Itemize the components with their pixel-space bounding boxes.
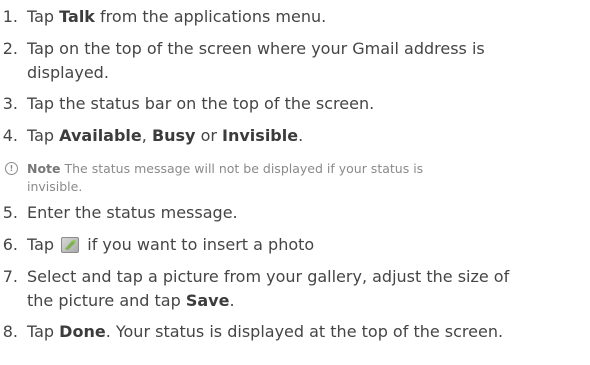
note-text: The status message will not be displayed… (60, 161, 424, 176)
step-8: 8. Tap Done. Your status is displayed at… (0, 320, 503, 344)
step-text-post: . Your status is displayed at the top of… (105, 322, 504, 341)
note-line-2: invisible. (27, 179, 83, 194)
step-text-pre: Tap (27, 235, 60, 254)
step-text-line-2: the picture and tap Save. (27, 289, 509, 313)
info-icon: ! (5, 162, 18, 175)
step-text-pre: Tap (27, 322, 60, 341)
step-text: Tap Done. Your status is displayed at th… (27, 322, 503, 341)
step-text: Tap the status bar on the top of the scr… (27, 94, 375, 113)
step-6: 6. Tap if you want to insert a photo (0, 233, 314, 257)
step-text-line-1: Tap on the top of the screen where your … (27, 39, 485, 58)
step-number: 6. (2, 235, 18, 254)
save-label: Save (185, 291, 230, 310)
step-2: 2. Tap on the top of the screen where yo… (0, 37, 485, 85)
step-5: 5. Enter the status message. (0, 201, 238, 225)
step-text-line-1: Select and tap a picture from your galle… (27, 267, 510, 286)
step-number: 2. (2, 39, 18, 58)
step-number: 1. (2, 7, 18, 26)
step-text-pre: Tap (27, 7, 60, 26)
step-text-post: from the applications menu. (94, 7, 327, 26)
step-number: 3. (2, 94, 18, 113)
step-number: 8. (2, 322, 18, 341)
done-label: Done (59, 322, 106, 341)
step-text-separator: or (195, 126, 223, 145)
invisible-status-label: Invisible (222, 126, 299, 145)
step-text-separator: , (141, 126, 152, 145)
step-text: Tap if you want to insert a photo (27, 235, 314, 254)
step-text-pre: the picture and tap (27, 291, 186, 310)
note-block: ! Note The status message will not be di… (5, 160, 423, 196)
step-4: 4. Tap Available, Busy or Invisible. (0, 124, 303, 148)
step-3: 3. Tap the status bar on the top of the … (0, 92, 374, 116)
step-1: 1. Tap Talk from the applications menu. (0, 5, 326, 29)
step-text-pre: Tap (27, 126, 60, 145)
talk-app-label: Talk (59, 7, 95, 26)
step-text: Tap Available, Busy or Invisible. (27, 126, 303, 145)
available-status-label: Available (59, 126, 142, 145)
step-text-post: . (298, 126, 304, 145)
step-text-post: . (229, 291, 235, 310)
step-7: 7. Select and tap a picture from your ga… (0, 265, 510, 313)
step-text: Enter the status message. (27, 203, 238, 222)
step-number: 5. (2, 203, 18, 222)
photo-icon (61, 236, 80, 253)
step-number: 4. (2, 126, 18, 145)
step-text-line-2: displayed. (27, 63, 109, 82)
note-line-1: Note The status message will not be disp… (27, 160, 423, 178)
step-number: 7. (2, 267, 18, 286)
step-text-post: if you want to insert a photo (82, 235, 315, 254)
busy-status-label: Busy (151, 126, 196, 145)
note-label: Note (27, 161, 61, 176)
step-text: Tap Talk from the applications menu. (27, 7, 326, 26)
